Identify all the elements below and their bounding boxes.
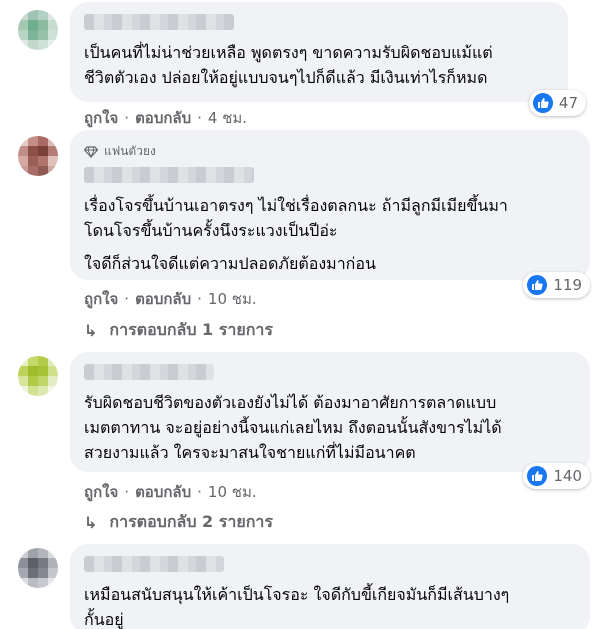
diamond-icon (84, 145, 98, 158)
view-replies-button[interactable]: ↳ การตอบกลับ 2 รายการ (84, 510, 273, 535)
badge-label: แฟนตัวยง (104, 144, 156, 158)
like-button[interactable]: ถูกใจ (84, 106, 118, 130)
comment-actions: ถูกใจ · ตอบกลับ · 4 ชม. (84, 106, 247, 130)
reaction-count-value: 47 (558, 94, 578, 112)
separator: · (124, 109, 130, 127)
comment-actions: ถูกใจ · ตอบกลับ · 10 ชม. (84, 480, 257, 504)
reply-button[interactable]: ตอบกลับ (135, 480, 191, 504)
comment-bubble: รับผิดชอบชีวิตของตัวเองยังไม่ได้ ต้องมาอ… (70, 352, 590, 472)
like-button[interactable]: ถูกใจ (84, 480, 118, 504)
reply-arrow-icon: ↳ (84, 513, 98, 532)
separator: · (124, 290, 130, 308)
timestamp[interactable]: 4 ชม. (208, 106, 247, 130)
view-replies-button[interactable]: ↳ การตอบกลับ 1 รายการ (84, 318, 273, 343)
avatar[interactable] (18, 136, 58, 176)
comment-bubble: เป็นคนที่ไม่น่าช่วยเหลือ พูดตรงๆ ขาดความ… (70, 2, 568, 102)
like-icon (527, 275, 548, 295)
timestamp[interactable]: 10 ชม. (208, 480, 257, 504)
reply-button[interactable]: ตอบกลับ (135, 106, 191, 130)
like-icon (527, 466, 548, 486)
separator: · (197, 109, 202, 127)
avatar[interactable] (18, 548, 58, 588)
reaction-count[interactable]: 47 (528, 90, 586, 116)
reaction-count[interactable]: 140 (523, 463, 590, 489)
reaction-count[interactable]: 119 (523, 272, 590, 298)
reply-arrow-icon: ↳ (84, 321, 98, 340)
reaction-count-value: 140 (553, 467, 582, 485)
avatar[interactable] (18, 10, 58, 50)
separator: · (197, 290, 202, 308)
comment-text: เรื่องโจรขึ้นบ้านเอาตรงๆ ไม่ใช่เรื่องตลก… (84, 196, 508, 240)
replies-label: การตอบกลับ 1 รายการ (109, 320, 273, 339)
comment-text: รับผิดชอบชีวิตของตัวเองยังไม่ได้ ต้องมาอ… (84, 393, 502, 462)
avatar[interactable] (18, 356, 58, 396)
comment-text: เหมือนสนับสนุนให้เค้าเป็นโจรอะ ใจดีกับขี… (84, 585, 510, 629)
like-button[interactable]: ถูกใจ (84, 287, 118, 311)
commenter-name-blurred[interactable] (84, 556, 224, 572)
separator: · (124, 483, 130, 501)
top-fan-badge: แฟนตัวยง (84, 142, 576, 161)
commenter-name-blurred[interactable] (84, 14, 234, 30)
reply-button[interactable]: ตอบกลับ (135, 287, 191, 311)
comment-bubble: แฟนตัวยง เรื่องโจรขึ้นบ้านเอาตรงๆ ไม่ใช่… (70, 130, 590, 280)
comment-text: ใจดีก็ส่วนใจดีแต่ความปลอดภัยต้องมาก่อน (84, 254, 376, 273)
commenter-name-blurred[interactable] (84, 364, 214, 380)
commenter-name-blurred[interactable] (84, 167, 254, 183)
comment-bubble: เหมือนสนับสนุนให้เค้าเป็นโจรอะ ใจดีกับขี… (70, 544, 590, 629)
replies-label: การตอบกลับ 2 รายการ (109, 512, 273, 531)
separator: · (197, 483, 202, 501)
like-icon (532, 93, 553, 113)
comment-actions: ถูกใจ · ตอบกลับ · 10 ชม. (84, 287, 257, 311)
timestamp[interactable]: 10 ชม. (208, 287, 257, 311)
comment-text: เป็นคนที่ไม่น่าช่วยเหลือ พูดตรงๆ ขาดความ… (84, 43, 493, 87)
reaction-count-value: 119 (553, 276, 582, 294)
